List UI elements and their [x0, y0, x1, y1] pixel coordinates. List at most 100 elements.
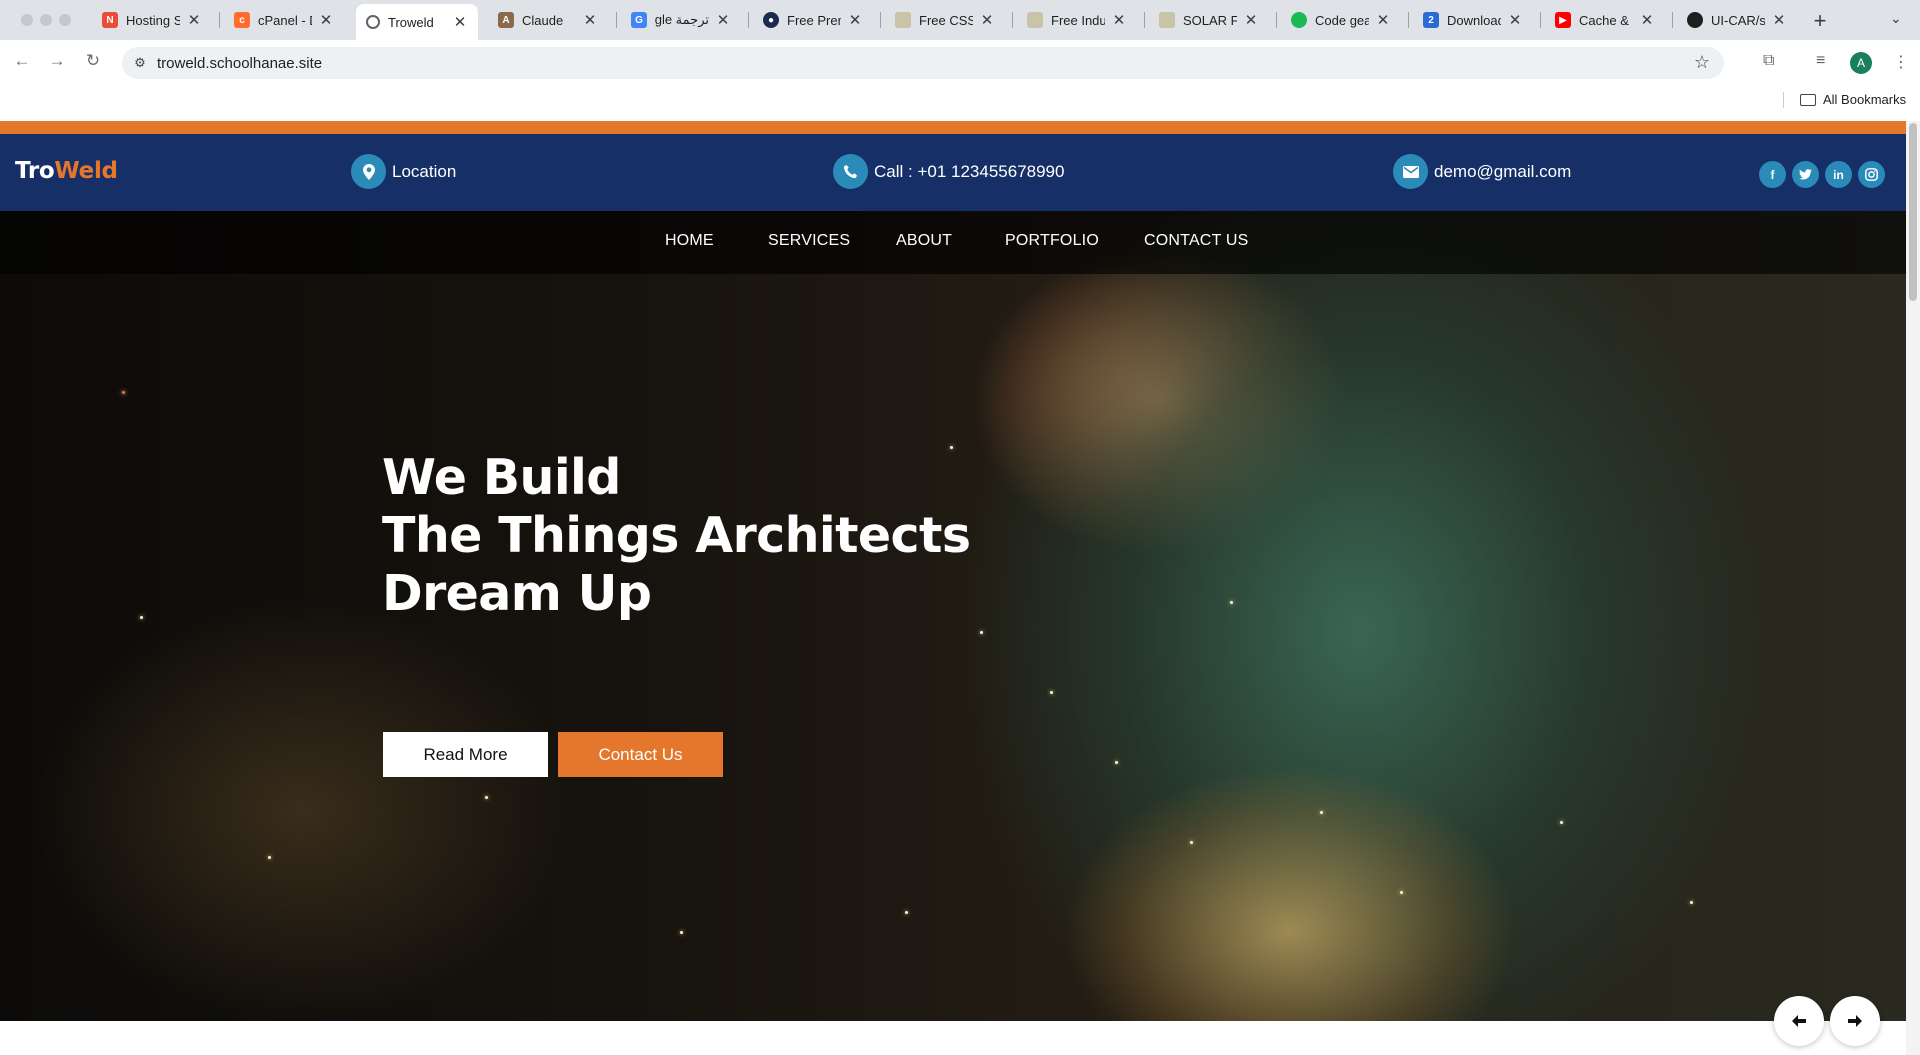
close-tab-icon[interactable]: ✕ [979, 11, 995, 29]
spark-dot [1190, 841, 1193, 844]
browser-tab[interactable]: SOLAR Fre✕ [1149, 5, 1269, 35]
extensions-icon[interactable]: ⧉ [1763, 52, 1774, 70]
browser-tab-active[interactable]: Troweld ✕ [356, 4, 478, 40]
github-favicon-icon [1687, 12, 1703, 28]
spark-dot [1050, 691, 1053, 694]
close-tab-icon[interactable]: ✕ [1507, 11, 1523, 29]
nav-contact-us[interactable]: CONTACT US [1144, 232, 1249, 250]
facebook-icon[interactable]: f [1759, 161, 1786, 188]
nav-home[interactable]: HOME [665, 232, 714, 250]
spark-dot [268, 856, 271, 859]
folder-icon [1800, 93, 1816, 106]
url-text[interactable]: troweld.schoolhanae.site [157, 55, 322, 72]
close-tab-icon[interactable]: ✕ [1375, 11, 1391, 29]
spotify-favicon-icon [1291, 12, 1307, 28]
window-minimize-button[interactable] [40, 14, 52, 26]
slider-next-button[interactable] [1830, 996, 1880, 1046]
spark-dot [680, 931, 683, 934]
browser-tab[interactable]: A Claude ✕ [488, 5, 608, 35]
tab-search-chevron-icon[interactable]: ⌄ [1890, 10, 1902, 27]
claude-favicon-icon: A [498, 12, 514, 28]
close-tab-icon[interactable]: ✕ [452, 13, 468, 31]
browser-tab[interactable]: G ترجمة Google✕ [621, 5, 741, 35]
close-tab-icon[interactable]: ✕ [1111, 11, 1127, 29]
browser-tab[interactable]: Free CSS |✕ [885, 5, 1005, 35]
solar-favicon-icon [1159, 12, 1175, 28]
new-tab-button[interactable]: + [1808, 8, 1832, 34]
tab-divider [1012, 12, 1013, 28]
social-links: f in [1759, 161, 1885, 188]
hero-line-2: The Things Architects [382, 507, 971, 564]
spark-dot [122, 391, 125, 394]
spark-dot [1115, 761, 1118, 764]
page-scrollbar[interactable] [1906, 121, 1920, 1055]
reload-icon[interactable]: ↻ [82, 51, 104, 71]
read-more-button[interactable]: Read More [383, 732, 548, 777]
close-tab-icon[interactable]: ✕ [582, 11, 598, 29]
hosting-favicon-icon: N [102, 12, 118, 28]
all-bookmarks-button[interactable]: All Bookmarks [1800, 92, 1906, 107]
nav-portfolio[interactable]: PORTFOLIO [1005, 232, 1099, 250]
close-tab-icon[interactable]: ✕ [318, 11, 334, 29]
browser-tab[interactable]: ● Free Premi✕ [753, 5, 873, 35]
close-tab-icon[interactable]: ✕ [1243, 11, 1259, 29]
envelope-icon [1393, 154, 1428, 189]
phone-label: Call : +01 123455678990 [874, 161, 1065, 181]
address-bar[interactable]: ⚙ troweld.schoolhanae.site ☆ [122, 47, 1724, 79]
globe-icon [366, 15, 380, 29]
browser-tab[interactable]: UI-CAR/sr ✕ [1677, 5, 1797, 35]
back-arrow-icon[interactable]: ← [11, 51, 33, 71]
contact-us-button[interactable]: Contact Us [558, 732, 723, 777]
tab-divider [616, 12, 617, 28]
close-tab-icon[interactable]: ✕ [1639, 11, 1655, 29]
window-zoom-button[interactable] [59, 14, 71, 26]
email-label: demo@gmail.com [1434, 161, 1572, 181]
forward-arrow-icon[interactable]: → [46, 51, 68, 71]
site-settings-icon[interactable]: ⚙ [130, 53, 150, 73]
freecss-favicon-icon [895, 12, 911, 28]
instagram-icon[interactable] [1858, 161, 1885, 188]
email-info[interactable]: demo@gmail.com [1393, 154, 1571, 189]
bookmarks-bar [0, 86, 1920, 114]
close-tab-icon[interactable]: ✕ [1771, 11, 1787, 29]
spark-dot [980, 631, 983, 634]
tab-divider [1276, 12, 1277, 28]
tab-divider [880, 12, 881, 28]
scrollbar-thumb[interactable] [1909, 123, 1917, 301]
close-tab-icon[interactable]: ✕ [186, 11, 202, 29]
browser-tab[interactable]: 2 Download ✕ [1413, 5, 1533, 35]
map-pin-icon [351, 154, 386, 189]
tab-divider [1672, 12, 1673, 28]
bookmark-star-icon[interactable]: ☆ [1694, 52, 1710, 73]
linkedin-icon[interactable]: in [1825, 161, 1852, 188]
main-navbar: HOME SERVICES ABOUT PORTFOLIO CONTACT US [0, 211, 1906, 274]
location-info[interactable]: Location [351, 154, 456, 189]
spark-dot [1400, 891, 1403, 894]
slider-prev-button[interactable] [1774, 996, 1824, 1046]
phone-info[interactable]: Call : +01 123455678990 [833, 154, 1064, 189]
window-close-button[interactable] [21, 14, 33, 26]
top-accent-strip [0, 121, 1906, 134]
browser-menu-icon[interactable]: ⋮ [1893, 52, 1909, 72]
spark-dot [485, 796, 488, 799]
twitter-icon[interactable] [1792, 161, 1819, 188]
browser-tab[interactable]: c cPanel - D✕ [224, 5, 344, 35]
browser-tab[interactable]: ▶ Cache & C✕ [1545, 5, 1665, 35]
browser-tab[interactable]: Code geas✕ [1281, 5, 1401, 35]
spark-dot [1320, 811, 1323, 814]
close-tab-icon[interactable]: ✕ [847, 11, 863, 29]
youtube-favicon-icon: ▶ [1555, 12, 1571, 28]
close-tab-icon[interactable]: ✕ [715, 11, 731, 29]
tab-divider [748, 12, 749, 28]
nav-about[interactable]: ABOUT [896, 232, 952, 250]
nav-services[interactable]: SERVICES [768, 232, 850, 250]
profile-avatar[interactable]: A [1850, 52, 1872, 74]
browser-tab[interactable]: N Hosting Su✕ [92, 5, 212, 35]
site-logo[interactable]: TroWeld [15, 158, 118, 184]
browser-tab-strip: N Hosting Su✕ c cPanel - D✕ Troweld✕ A C… [0, 0, 1920, 40]
reading-list-icon[interactable]: ≡ [1816, 52, 1825, 70]
tab-divider [1408, 12, 1409, 28]
hero-headline: We Build The Things Architects Dream Up [382, 449, 971, 623]
spark-dot [1560, 821, 1563, 824]
browser-tab[interactable]: Free Indus✕ [1017, 5, 1137, 35]
